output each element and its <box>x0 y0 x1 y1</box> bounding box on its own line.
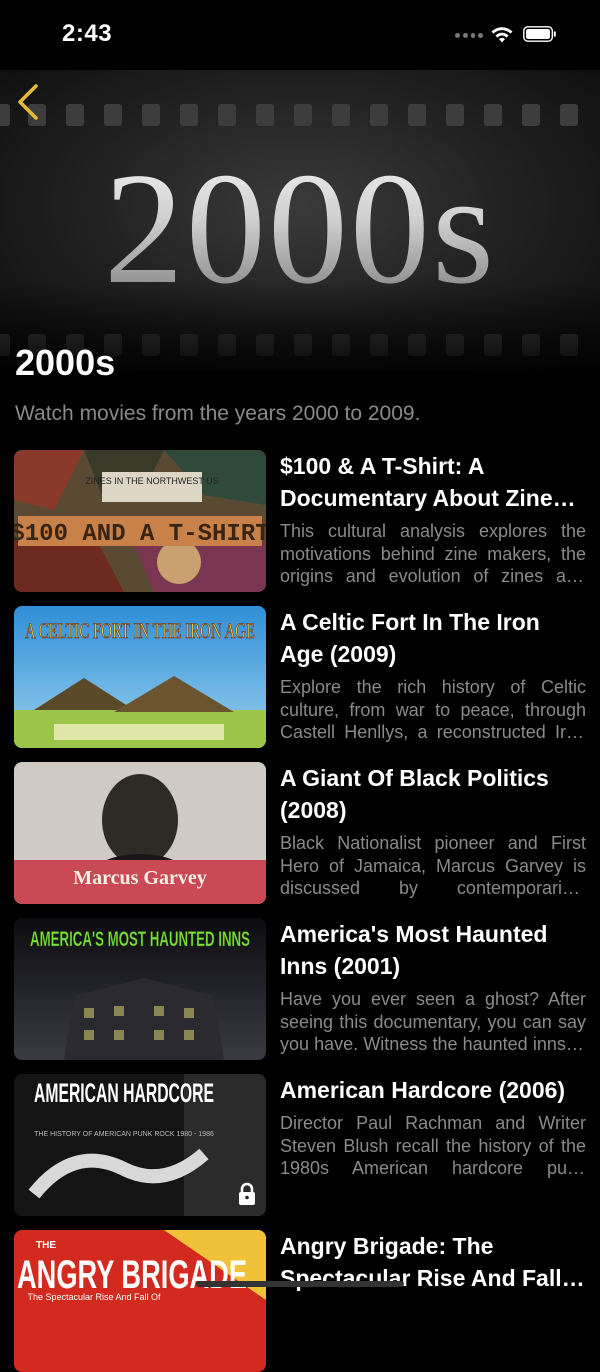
movie-poster: THE ANGRY BRIGADE The Spectacular Rise A… <box>14 1230 266 1372</box>
poster-text: Marcus Garvey <box>73 867 207 889</box>
movie-description: Black Nationalist pioneer and First Hero… <box>280 833 586 898</box>
poster-subtext: The Spectacular Rise And Fall Of <box>27 1292 161 1302</box>
poster-text: AMERICA'S MOST HAUNTED INNS <box>30 928 250 951</box>
poster-text: ANGRY BRIGADE <box>17 1253 247 1297</box>
cellular-signal-icon <box>455 30 483 40</box>
movie-poster: ZINES IN THE NORTHWEST US $100 AND A T-S… <box>14 450 266 592</box>
movie-row[interactable]: AMERICA'S MOST HAUNTED INNS America's Mo… <box>14 918 588 1060</box>
movie-title: America's Most Haunted Inns (2001) <box>280 921 548 979</box>
movie-row[interactable]: AMERICAN HARDCORE THE HISTORY OF AMERICA… <box>14 1074 588 1216</box>
hero-banner: 2000s <box>0 70 600 370</box>
movie-title: A Giant Of Black Politics (2008) <box>280 765 549 823</box>
poster-subtext: THE HISTORY OF AMERICAN PUNK ROCK 1980 -… <box>34 1131 214 1138</box>
movie-row[interactable]: Marcus Garvey A Giant Of Black Politics … <box>14 762 588 904</box>
movie-title: American Hardcore (2006) <box>280 1077 566 1103</box>
movie-description: Explore the rich history of Celtic cultu… <box>280 677 586 742</box>
movie-poster: A CELTIC FORT IN THE IRON AGE <box>14 606 266 748</box>
movie-description: Director Paul Rachman and Writer Steven … <box>280 1113 586 1178</box>
movie-title: $100 & A T-Shirt: A Documentary About Zi… <box>280 453 566 511</box>
poster-text: AMERICAN HARDCORE <box>34 1078 214 1108</box>
movie-title: A Celtic Fort In The Iron Age (2009) <box>280 609 540 667</box>
movie-row[interactable]: A CELTIC FORT IN THE IRON AGE A Celtic F… <box>14 606 588 748</box>
battery-icon <box>523 26 556 42</box>
home-indicator[interactable] <box>196 1281 404 1287</box>
movie-row[interactable]: THE ANGRY BRIGADE The Spectacular Rise A… <box>14 1230 588 1372</box>
movie-description: This cultural analysis explores the moti… <box>280 521 586 586</box>
page-title: 2000s <box>15 342 116 383</box>
poster-small-text: THE <box>36 1240 56 1251</box>
lock-icon <box>239 1182 255 1205</box>
status-time: 2:43 <box>62 20 113 47</box>
movie-poster: AMERICA'S MOST HAUNTED INNS <box>14 918 266 1060</box>
chevron-left-icon[interactable] <box>12 80 46 124</box>
wifi-icon <box>491 27 513 43</box>
page-subtitle: Watch movies from the years 2000 to 2009… <box>15 402 421 425</box>
status-bar: 2:43 <box>0 0 600 70</box>
poster-text: A CELTIC FORT IN THE IRON AGE <box>25 618 255 643</box>
movie-row[interactable]: ZINES IN THE NORTHWEST US $100 AND A T-S… <box>14 450 588 592</box>
movie-poster: Marcus Garvey <box>14 762 266 904</box>
movie-poster: AMERICAN HARDCORE THE HISTORY OF AMERICA… <box>14 1074 266 1216</box>
movie-description: Have you ever seen a ghost? After seeing… <box>280 989 586 1054</box>
poster-subtext: ZINES IN THE NORTHWEST US <box>85 476 219 486</box>
film-perforations-top <box>0 104 578 126</box>
poster-text: $100 AND A T-SHIRT <box>14 521 266 548</box>
